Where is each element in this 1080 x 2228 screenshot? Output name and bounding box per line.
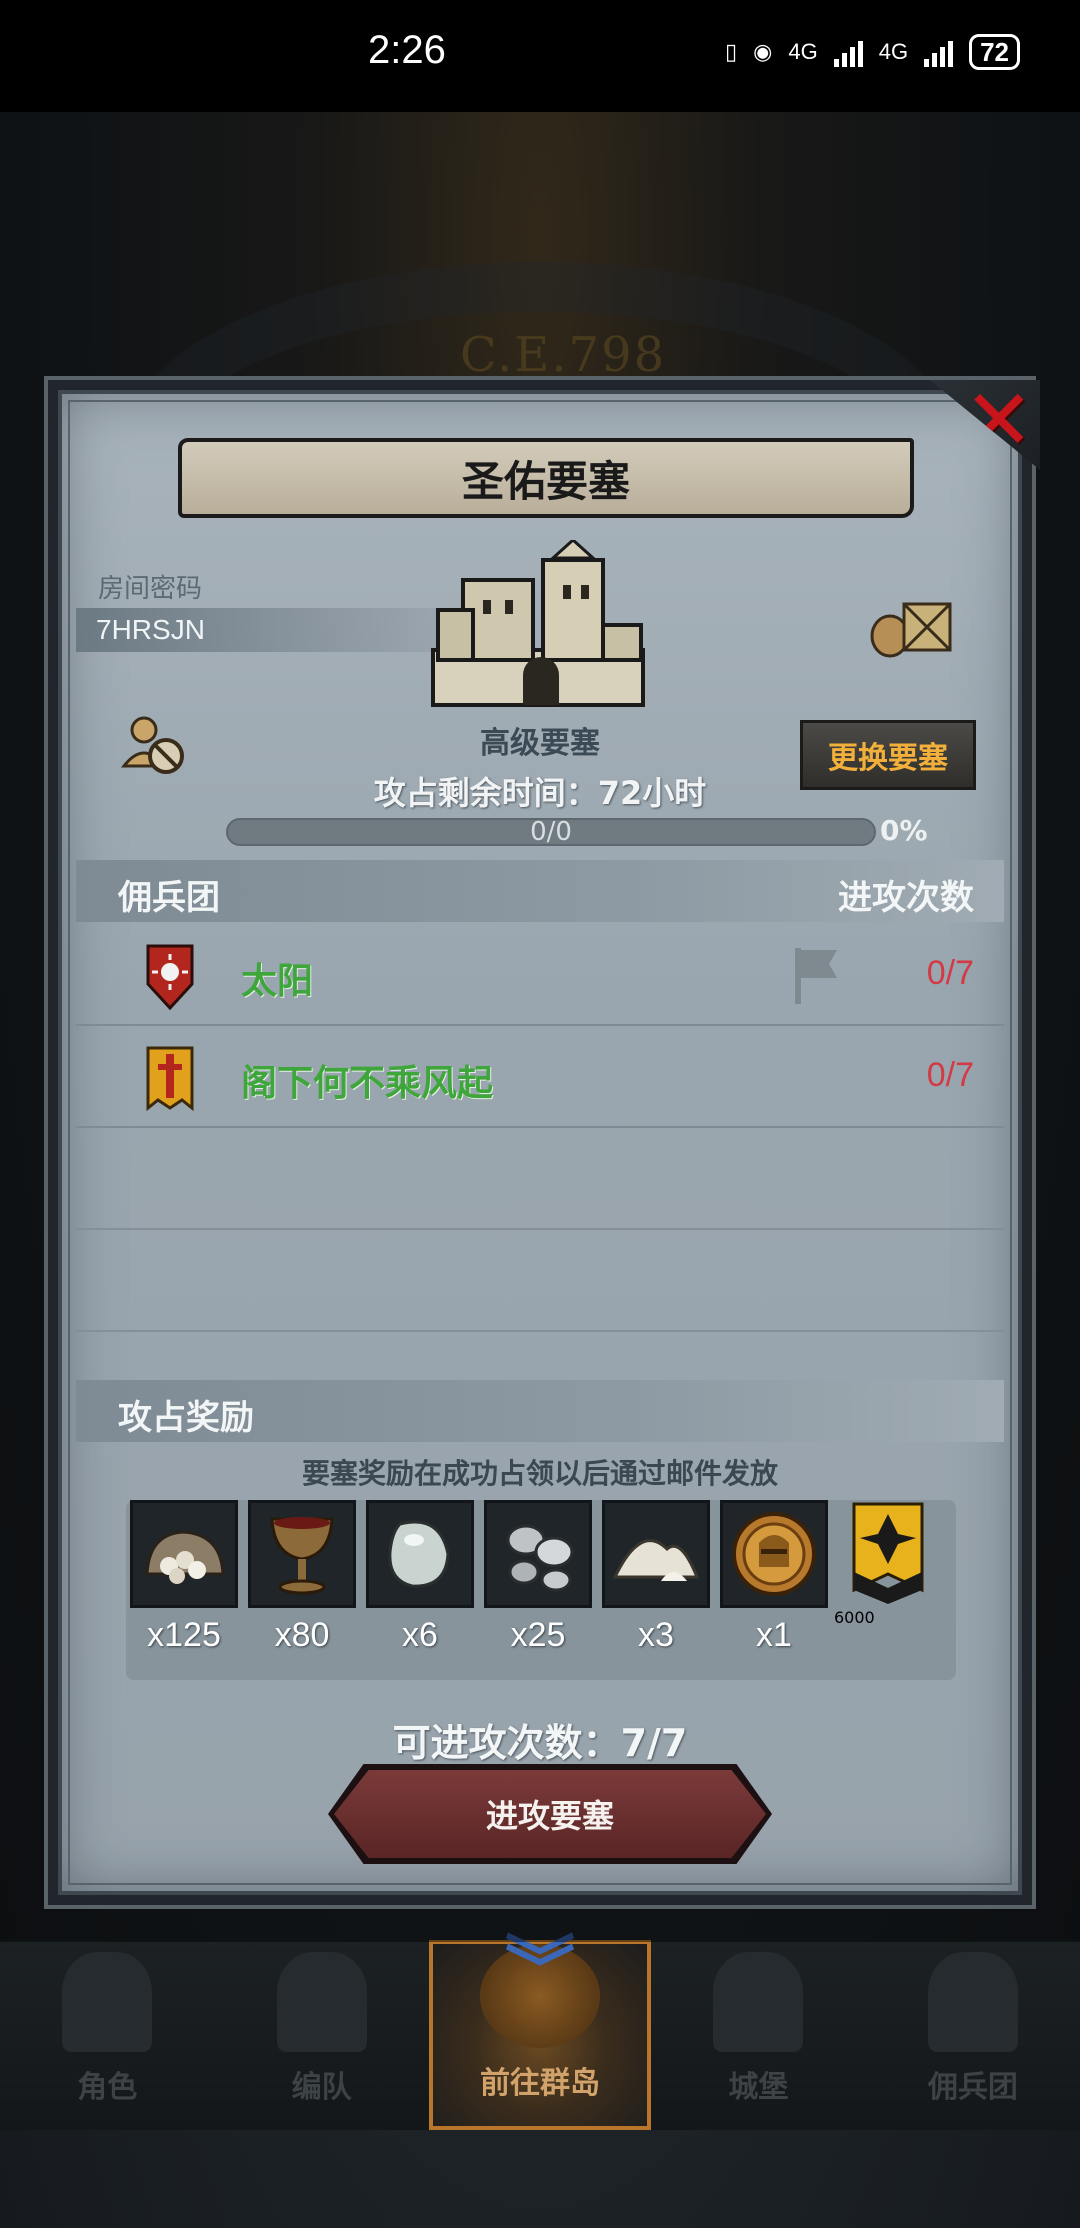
room-password-value[interactable]: 7HRSJN <box>76 608 456 652</box>
time-remaining: 攻占剩余时间：72小时 <box>373 774 707 812</box>
capture-progress-bar: 0/0 <box>226 818 876 846</box>
attack-count: 0/7 <box>926 954 974 992</box>
nav-castle[interactable]: 城堡 <box>651 1940 865 2130</box>
mercenary-name: 阁下何不乘风起 <box>241 1063 494 1104</box>
mercenary-name: 太阳 <box>241 961 314 1002</box>
screen: 2:26 ▯ ◉ 4G 4G 72 C.E.798 角色 编队 ︾ 前往群岛 城… <box>0 0 1080 2228</box>
knight-icon <box>62 1952 153 2052</box>
chevron-down-icon: ︾ <box>505 1928 576 2010</box>
reward-item[interactable]: 6000 <box>834 1500 942 1627</box>
room-password-label: 房间密码 <box>98 574 203 604</box>
salt-pile-icon <box>612 1539 700 1581</box>
network-label-1: 4G <box>788 39 818 64</box>
helmet-icon <box>276 1952 367 2052</box>
sword-banner-icon <box>146 1046 194 1112</box>
reward-item[interactable]: x6 <box>366 1500 474 1655</box>
reward-item[interactable]: x125 <box>130 1500 238 1655</box>
attack-count-header-label: 进攻次数 <box>838 878 974 918</box>
attack-fortress-button[interactable]: 进攻要塞 <box>334 1770 766 1858</box>
silver-ore-icon <box>506 1524 574 1592</box>
nav-character[interactable]: 角色 <box>0 1940 214 2130</box>
empty-mercenary-row <box>76 1130 1004 1230</box>
signal-icon <box>833 37 863 67</box>
mercenary-icon <box>927 1952 1018 2052</box>
reward-list: x125 x80 x6 x25 x3 x1 6000 <box>126 1500 956 1680</box>
reward-qty: x25 <box>510 1616 566 1654</box>
nav-label: 前往群岛 <box>480 2066 601 2101</box>
mercenary-header: 佣兵团 进攻次数 <box>76 860 1004 922</box>
castle-icon <box>713 1952 804 2052</box>
reward-qty: 6000 <box>834 1608 875 1627</box>
reward-header-label: 攻占奖励 <box>118 1398 254 1438</box>
reward-item[interactable]: x1 <box>720 1500 828 1655</box>
sun-shield-icon <box>146 944 194 1010</box>
status-bar: 2:26 ▯ ◉ 4G 4G 72 <box>0 0 1080 112</box>
mercenary-row[interactable]: 太阳 0/7 <box>76 926 1004 1026</box>
reward-qty: x80 <box>274 1616 330 1654</box>
empty-mercenary-row <box>76 1232 1004 1332</box>
attack-attempts: 可进攻次数：7/7 <box>392 1721 688 1765</box>
stone-sack-icon <box>145 1530 225 1584</box>
fortress-dialog: ✕ 圣佑要塞 房间密码 7HRSJN 高级要塞 更换要塞 攻占剩余时间：72小时… <box>48 380 1040 1905</box>
reward-header: 攻占奖励 <box>76 1380 1004 1442</box>
nav-mercenary[interactable]: 佣兵团 <box>866 1940 1080 2130</box>
vibrate-icon: ▯ <box>725 39 738 64</box>
nav-label: 角色 <box>77 2070 138 2105</box>
guild-banner-icon <box>852 1502 924 1604</box>
nav-label: 佣兵团 <box>927 2070 1018 2105</box>
goblet-icon <box>270 1517 334 1595</box>
supply-crate-icon[interactable] <box>868 590 958 660</box>
attack-count: 0/7 <box>926 1056 974 1094</box>
fortress-icon <box>431 540 645 707</box>
nav-islands[interactable]: ︾ 前往群岛 <box>428 1934 652 2130</box>
pearl-stone-icon <box>388 1520 450 1588</box>
close-button[interactable]: ✕ <box>930 380 1040 470</box>
status-time: 2:26 <box>368 28 446 72</box>
reward-item[interactable]: x3 <box>602 1500 710 1655</box>
battery-indicator: 72 <box>969 34 1020 70</box>
hotspot-icon: ◉ <box>753 39 773 64</box>
knight-medal-icon <box>732 1512 816 1596</box>
reward-item[interactable]: x80 <box>248 1500 356 1655</box>
dialog-title: 圣佑要塞 <box>178 438 914 518</box>
reward-qty: x125 <box>147 1616 221 1654</box>
reward-note: 要塞奖励在成功占领以后通过邮件发放 <box>301 1457 778 1490</box>
nav-label: 城堡 <box>728 2070 789 2105</box>
reward-item[interactable]: x25 <box>484 1500 592 1655</box>
nav-team[interactable]: 编队 <box>214 1940 428 2130</box>
mercenary-header-label: 佣兵团 <box>118 878 220 918</box>
reward-qty: x6 <box>402 1616 438 1654</box>
bottom-nav: 角色 编队 ︾ 前往群岛 城堡 佣兵团 <box>0 1934 1080 2130</box>
progress-percent: 0% <box>880 814 928 847</box>
reward-qty: x3 <box>638 1616 674 1654</box>
progress-count: 0/0 <box>530 817 572 847</box>
close-icon: ✕ <box>963 371 1034 469</box>
flag-icon <box>795 948 837 1004</box>
network-label-2: 4G <box>878 39 909 64</box>
reward-qty: x1 <box>756 1616 792 1654</box>
signal-icon-2 <box>924 37 954 67</box>
status-icons: ▯ ◉ 4G 4G 72 <box>725 34 1020 70</box>
nav-label: 编队 <box>291 2070 352 2105</box>
mercenary-row[interactable]: 阁下何不乘风起 0/7 <box>76 1028 1004 1128</box>
